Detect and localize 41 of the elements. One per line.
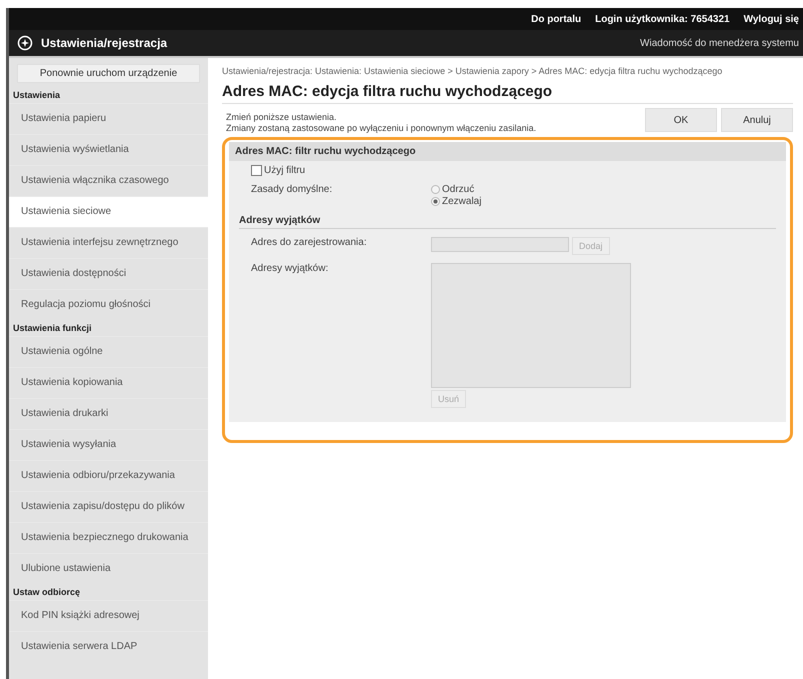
address-list[interactable] [431,263,631,388]
address-field[interactable] [431,237,569,252]
sidebar-item[interactable]: Ustawienia ogólne [9,336,208,367]
panel-title: Adres MAC: filtr ruchu wychodzącego [229,142,786,161]
instruction-text: Zmiany zostaną zastosowane po wyłączeniu i ponownym włączeniu zasilania. [226,123,536,134]
top-link[interactable]: Do portalu [531,14,582,24]
section-heading: Adresy wyjątków [239,215,776,229]
sidebar-item[interactable]: Ustawienia wyświetlania [9,134,208,165]
sidebar-item[interactable]: Ustawienia serwera LDAP [9,631,208,662]
sidebar-item[interactable]: Ustawienia zapisu/dostępu do plików [9,491,208,522]
sidebar-item[interactable]: Ustawienia dostępności [9,258,208,289]
instruction-text: Zmień poniższe ustawienia. [226,112,338,123]
sidebar-item[interactable]: Ustawienia papieru [9,103,208,134]
sidebar-item[interactable]: Ustawienia wysyłania [9,429,208,460]
breadcrumb: Ustawienia/rejestracja: Ustawienia: Ustawienia sieciowe > Ustawienia zapory > Adres MAC: edycja filtra ruchu wychodzącego [222,66,724,77]
dialog-button[interactable]: OK [645,108,717,132]
field-label: Adres do zarejestrowania: [251,237,368,248]
policy-radio[interactable]: Zezwalaj [431,196,482,207]
restart-button[interactable]: Ponownie uruchom urządzenie [17,64,200,83]
sidebar-item[interactable]: Ustawienia odbioru/przekazywania [9,460,208,491]
sidebar-heading: Ustawienia funkcji [12,322,93,335]
dialog-button[interactable]: Anuluj [721,108,793,132]
sidebar-heading: Ustaw odbiorcę [12,586,82,599]
sidebar-item[interactable]: Ustawienia kopiowania [9,367,208,398]
page-title: Adres MAC: edycja filtra ruchu wychodzącego [222,83,793,104]
sidebar-heading: Ustawienia [12,89,62,102]
policy-radio[interactable]: Odrzuć [431,184,482,195]
sidebar-item[interactable]: Ustawienia interfejsu zewnętrznego [9,227,208,258]
field-label: Zasady domyślne: [251,184,334,195]
message-link[interactable]: Wiadomość do menedżera systemu [640,38,799,48]
top-link[interactable]: Login użytkownika: 7654321 [595,14,730,24]
sidebar-item[interactable]: Regulacja poziomu głośności [9,289,208,320]
sidebar-item[interactable]: Ustawienia sieciowe [9,196,208,227]
top-link[interactable]: Wyloguj się [744,14,799,24]
sidebar-item[interactable]: Kod PIN książki adresowej [9,600,208,631]
sidebar-item[interactable]: Ustawienia drukarki [9,398,208,429]
field-label: Adresy wyjątków: [251,263,330,274]
sidebar-item[interactable]: Ulubione ustawienia [9,553,208,584]
sidebar-item[interactable]: Ustawienia bezpiecznego drukowania [9,522,208,553]
app-title: Ustawienia/rejestracja [41,36,168,50]
use-filter-checkbox[interactable]: Użyj filtru [251,165,306,176]
